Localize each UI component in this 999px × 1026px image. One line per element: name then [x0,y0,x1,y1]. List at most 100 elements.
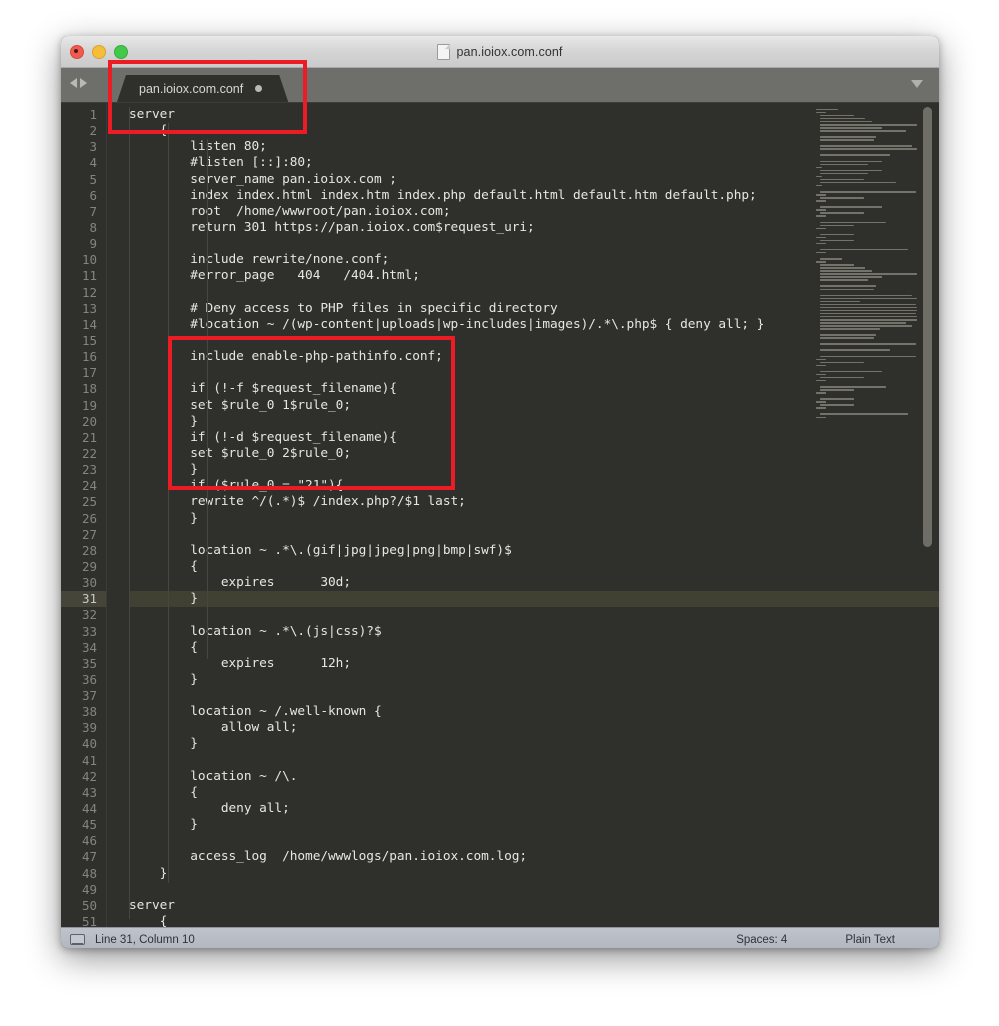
close-button[interactable] [70,45,84,59]
minimap-line-bar [820,297,917,300]
line-number: 29 [81,558,97,574]
line-number: 35 [81,655,97,671]
line-number: 30 [81,575,97,591]
line-number: 1 [89,107,97,122]
line-number: 4 [89,155,97,171]
minimap-line-bar [820,285,876,287]
minimap-line-bar [816,108,838,111]
minimap-line-bar [820,130,906,132]
cursor-position-status[interactable]: Line 31, Column 10 [95,934,195,946]
line-number: 34 [81,639,97,655]
minimap-line-bar [816,215,826,217]
line-number: 36 [81,671,97,687]
minimap-line-bar [820,127,882,129]
minimap-line-bar [820,303,916,306]
tab-nav-arrows [70,78,87,88]
unsaved-dot-icon [255,85,262,92]
minimap-line-bar [816,358,826,361]
line-number: 12 [81,284,97,300]
line-number: 27 [81,526,97,542]
line-number: 16 [81,349,97,365]
line-number: 40 [81,736,97,752]
line-number: 5 [89,171,97,187]
minimap-line-bar [820,163,868,166]
minimap-line-bar [816,209,826,211]
minimize-button[interactable] [92,45,106,59]
line-number: 9 [89,236,97,252]
code-editor[interactable]: 1 2 3 4 5 6 7 8 9 10 11 12 13 14 15 16 17 18 19 20 21 22 23 24 2… [61,103,939,927]
line-number: 15 [81,332,97,348]
minimap-line-bar [816,236,826,239]
line-number: 39 [81,720,97,736]
line-number: 48 [81,865,97,881]
line-number: 7 [89,203,97,219]
minimap-line-bar [820,334,876,336]
line-number: 14 [81,316,97,332]
minimap-line-bar [816,184,822,187]
minimap-line-bar [820,139,874,141]
indentation-status[interactable]: Spaces: 4 [736,934,787,946]
vertical-scrollbar-track[interactable] [922,103,936,927]
minimap-line-bar [820,322,906,324]
minimap-line-bar [820,178,864,181]
line-number: 10 [81,252,97,268]
minimap-line-bar [820,273,917,275]
minimap-line-bar [820,206,882,208]
line-number: 26 [81,510,97,526]
minimap-line-bar [820,148,917,150]
monitor-icon[interactable] [70,934,85,945]
minimap-line-bar [816,416,826,418]
minimap-line-bar [820,337,874,339]
vertical-scrollbar-thumb[interactable] [923,107,932,547]
minimap-line-bar [816,194,826,196]
minimap-line-bar [820,224,854,227]
minimap-line-bar [820,233,854,236]
line-number: 49 [81,881,97,897]
minimap-line-bar [816,175,822,178]
line-number: 2 [89,123,97,139]
syntax-mode-status[interactable]: Plain Text [845,934,895,946]
minimap-line-bar [820,413,908,415]
line-number: 42 [81,768,97,784]
minimap-line-bar [820,376,864,379]
line-number: 11 [81,268,97,284]
code-minimap[interactable] [812,103,917,927]
minimap-line-bar [820,276,882,278]
minimap-line-bar [820,404,854,406]
line-number: 33 [81,623,97,639]
line-number: 41 [81,752,97,768]
line-number: 21 [81,429,97,445]
minimap-line-bar [820,328,880,330]
minimap-line-bar [816,166,822,169]
minimap-line-bar [820,267,865,269]
line-number: 24 [81,478,97,494]
minimap-line-bar [820,114,854,117]
minimap-line-bar [820,248,908,251]
minimap-line-bar [820,124,917,126]
window-titlebar[interactable]: pan.ioiox.com.conf [61,36,939,68]
chevron-down-icon[interactable] [911,80,923,88]
minimap-line-bar [820,294,912,297]
tab-pan-ioiox-com-conf[interactable]: pan.ioiox.com.conf [117,75,288,102]
minimap-line-bar [820,309,917,312]
line-number: 38 [81,704,97,720]
line-number: 3 [89,139,97,155]
tab-bar: pan.ioiox.com.conf [61,68,939,103]
arrow-right-icon[interactable] [80,78,87,88]
minimap-line-bar [820,145,912,147]
line-number: 18 [81,381,97,397]
status-bar-right-group: Spaces: 4 Plain Text [736,934,895,946]
line-number: 50 [81,897,97,913]
minimap-line-bar [820,221,886,223]
minimap-line-bar [820,120,872,123]
minimap-line-bar [820,160,882,163]
tab-label: pan.ioiox.com.conf [139,81,244,96]
line-number: 20 [81,413,97,429]
minimap-line-bar [820,191,916,193]
minimap-line-bar [816,373,826,376]
minimap-line-bar [820,136,876,138]
arrow-left-icon[interactable] [70,78,77,88]
zoom-button[interactable] [114,45,128,59]
minimap-line-bar [820,279,868,281]
minimap-line-bar [820,319,917,321]
